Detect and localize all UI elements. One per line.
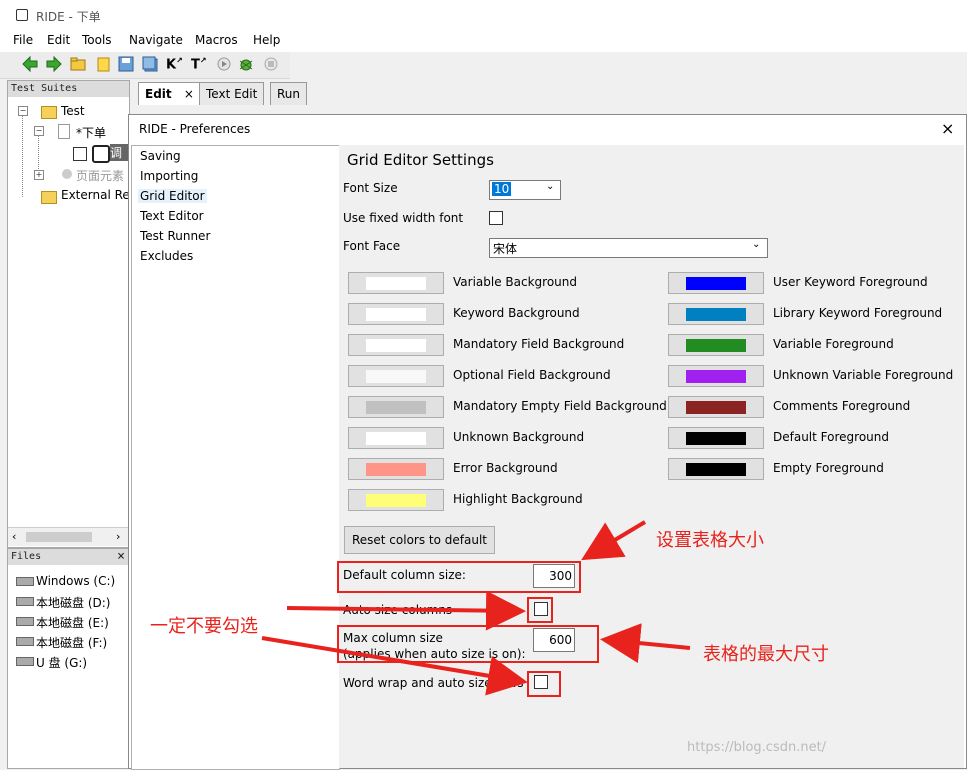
arrow-word-wrap [261, 636, 528, 696]
arrow-auto-size [286, 590, 526, 631]
annotation-max-size: 表格的最大尺寸 [703, 644, 829, 665]
watermark: https://blog.csdn.net/ [687, 740, 827, 755]
annotation-do-not-check: 一定不要勾选 [150, 616, 258, 637]
arrow-max-size [600, 623, 691, 664]
annotation-table-size: 设置表格大小 [656, 530, 764, 551]
arrow-table-size [581, 520, 647, 561]
